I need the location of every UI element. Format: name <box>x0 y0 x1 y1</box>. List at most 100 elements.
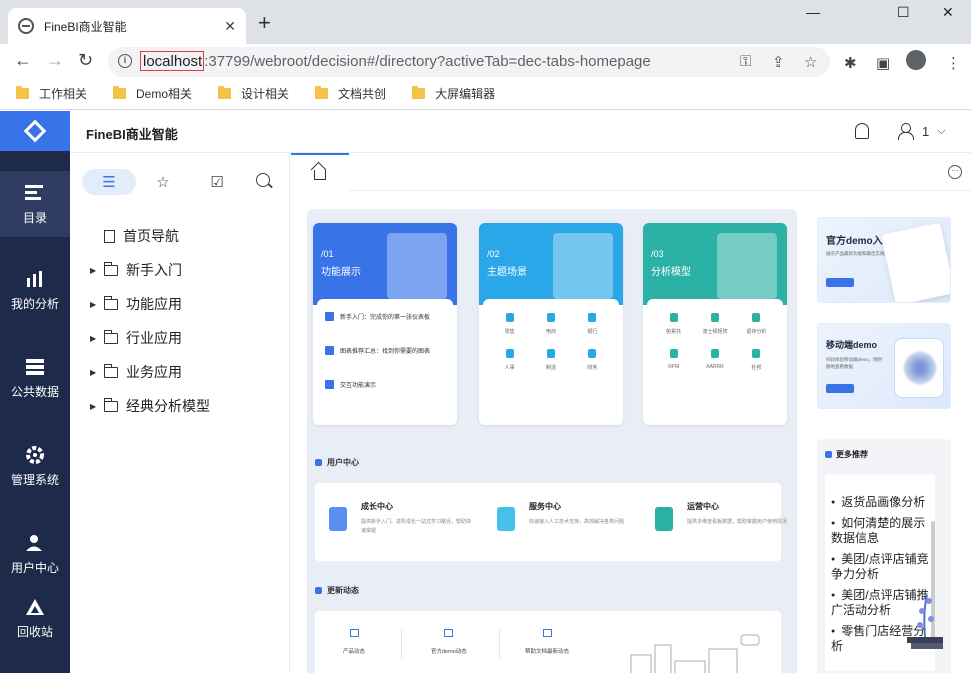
tab-subscriptions[interactable]: ☑ <box>190 169 244 195</box>
info-icon[interactable]: i <box>118 54 132 68</box>
tab-directory[interactable]: ☰ <box>82 169 136 195</box>
bar-chart-icon <box>24 269 46 289</box>
search-icon[interactable] <box>256 173 270 187</box>
rail-item-public-data[interactable]: 公共数据 <box>0 345 70 411</box>
finebi-logo[interactable] <box>0 111 70 151</box>
share-icon[interactable]: ⇪ <box>772 53 785 71</box>
tree-folder[interactable]: ▶ 经典分析模型 <box>90 389 210 423</box>
close-window-icon[interactable]: ✕ <box>942 4 954 21</box>
more-options-icon[interactable]: ··· <box>948 165 962 179</box>
model-item[interactable]: RFM <box>653 349 694 371</box>
enter-button[interactable] <box>826 278 854 287</box>
recommend-item[interactable]: 返货品画像分析 <box>831 495 935 510</box>
growth-center-link[interactable]: 成长中心 提供新手入门、进阶成长一站式学习路径，帮助快速掌握 <box>329 501 479 536</box>
close-tab-icon[interactable]: ✕ <box>224 18 236 35</box>
forward-icon[interactable]: → <box>46 51 64 69</box>
reload-icon[interactable]: ↻ <box>78 51 93 69</box>
rail-item-user-center[interactable]: 用户中心 <box>0 521 70 587</box>
service-center-link[interactable]: 服务中心 快速接入人工技术支持，高效解决各类问题 <box>497 501 647 531</box>
tree-folder[interactable]: ▶ 功能应用 <box>90 287 210 321</box>
notification-bell-icon[interactable] <box>855 123 869 139</box>
scene-item[interactable]: 财务 <box>572 349 613 371</box>
menu-dots-icon[interactable]: ⋮ <box>946 54 961 72</box>
tab-divider <box>349 190 971 191</box>
new-tab-button[interactable]: + <box>258 12 271 34</box>
browser-tab[interactable]: FineBI商业智能 ✕ <box>8 8 246 44</box>
help-doc-icon <box>542 629 552 637</box>
bookmark-star-icon[interactable]: ☆ <box>804 53 817 71</box>
model-item[interactable]: 留存分析 <box>736 313 777 335</box>
scene-item[interactable]: 人事 <box>489 349 530 371</box>
model-item[interactable]: AARRR <box>694 349 735 371</box>
demo-icon <box>444 629 454 637</box>
bookmark-folder[interactable]: 设计相关 <box>218 85 289 102</box>
caret-right-icon[interactable]: ▶ <box>90 300 100 309</box>
rfm-icon <box>669 349 678 358</box>
recommend-item[interactable]: 如何清楚的展示数据信息 <box>831 516 935 546</box>
model-item[interactable]: 波士顿矩阵 <box>694 313 735 335</box>
user-menu[interactable]: 1 ⌵ <box>898 123 946 140</box>
maximize-icon[interactable]: ☐ <box>897 4 910 21</box>
model-item[interactable]: 帕累托 <box>653 313 694 335</box>
rail-item-recycle-bin[interactable]: 回收站 <box>0 585 70 651</box>
extensions-icon[interactable]: ✱ <box>844 54 857 72</box>
bookmark-folder[interactable]: 工作相关 <box>16 85 87 102</box>
scene-card[interactable]: /02 主题场景 零售 电商 银行 人事 制造 财务 <box>479 223 623 425</box>
news-item[interactable]: 帮助文档最新动态 <box>525 629 569 655</box>
scene-item[interactable]: 银行 <box>572 313 613 335</box>
caret-right-icon[interactable]: ▶ <box>90 266 100 275</box>
caret-right-icon[interactable]: ▶ <box>90 402 100 411</box>
caret-right-icon[interactable]: ▶ <box>90 334 100 343</box>
address-bar[interactable]: i localhost:37799/webroot/decision#/dire… <box>108 47 830 77</box>
chevron-down-icon: ⌵ <box>937 124 946 137</box>
directory-panel: ☰ ☆ ☑ 首页导航 ▶ 新手入门 ▶ 功能应用 ▶ 行业应用 ▶ 业务应用 ▶ 经典分析… <box>70 153 290 673</box>
model-card[interactable]: /03 分析模型 帕累托 波士顿矩阵 留存分析 RFM AARRR 杜邦 <box>643 223 787 425</box>
tab-homepage[interactable] <box>291 153 349 191</box>
document-icon <box>104 229 115 243</box>
back-icon[interactable]: ← <box>14 51 32 69</box>
content-area: ··· /01 功能展示 新手入门：完成你的第一张仪表板 图表推荐汇总：找到你需… <box>291 153 971 673</box>
profile-avatar-icon[interactable] <box>906 50 926 70</box>
recommend-item[interactable]: 美团/点评店铺竞争力分析 <box>831 552 935 582</box>
rail-item-directory[interactable]: 目录 <box>0 171 70 237</box>
bookmark-folder[interactable]: Demo相关 <box>113 85 192 102</box>
rail-item-my-analysis[interactable]: 我的分析 <box>0 257 70 323</box>
card-link[interactable]: 图表推荐汇总：找到你需要的图表 <box>317 333 453 367</box>
scene-item[interactable]: 制造 <box>530 349 571 371</box>
card-link[interactable]: 交互功能演示 <box>317 367 453 401</box>
pareto-icon <box>669 313 678 322</box>
tree-folder[interactable]: ▶ 业务应用 <box>90 355 210 389</box>
aarrr-icon <box>710 349 719 358</box>
tree-item-home[interactable]: 首页导航 <box>90 219 210 253</box>
globe-icon <box>18 18 34 34</box>
finebi-app: 目录 我的分析 公共数据 管理系统 用户中心 回收站 FineBI商业智能 1 <box>0 111 971 673</box>
bookmark-folder[interactable]: 文档共创 <box>315 85 386 102</box>
rail-item-admin[interactable]: 管理系统 <box>0 433 70 499</box>
tree-folder[interactable]: ▶ 新手入门 <box>90 253 210 287</box>
recommend-panel: 更多推荐 返货品画像分析 如何清楚的展示数据信息 美团/点评店铺竞争力分析 美团… <box>817 439 951 673</box>
scene-item[interactable]: 电商 <box>530 313 571 335</box>
official-demo-banner[interactable]: 官方demo入口 展示产品最新功能和最佳实践 <box>817 217 951 303</box>
model-item[interactable]: 杜邦 <box>736 349 777 371</box>
operation-center-link[interactable]: 运营中心 提供多维度看板数据，帮助掌握用户使用情况 <box>655 501 805 531</box>
demo-screenshot <box>881 222 950 302</box>
experience-button[interactable] <box>826 384 854 393</box>
bookmark-folder[interactable]: 大屏编辑器 <box>412 85 495 102</box>
browser-toolbar: ← → ↻ i localhost:37799/webroot/decision… <box>0 44 971 78</box>
folder-icon <box>104 261 118 276</box>
url-text[interactable]: localhost:37799/webroot/decision#/direct… <box>140 51 651 71</box>
key-icon[interactable]: ⚿ <box>740 53 751 70</box>
caret-right-icon[interactable]: ▶ <box>90 368 100 377</box>
tab-favorites[interactable]: ☆ <box>136 169 190 195</box>
scene-item[interactable]: 零售 <box>489 313 530 335</box>
mobile-demo-banner[interactable]: 移动端demo 扫码体验移动端demo，随时随地查看数据 <box>817 323 951 409</box>
card-illustration <box>387 233 447 299</box>
tree-folder[interactable]: ▶ 行业应用 <box>90 321 210 355</box>
card-link[interactable]: 新手入门：完成你的第一张仪表板 <box>317 299 453 333</box>
feature-card[interactable]: /01 功能展示 新手入门：完成你的第一张仪表板 图表推荐汇总：找到你需要的图表… <box>313 223 457 425</box>
news-item[interactable]: 产品动态 <box>343 629 365 655</box>
news-item[interactable]: 官方demo动态 <box>431 629 467 655</box>
side-panel-icon[interactable]: ▣ <box>876 54 890 72</box>
minimize-icon[interactable]: — <box>806 4 820 20</box>
retail-icon <box>505 313 514 322</box>
